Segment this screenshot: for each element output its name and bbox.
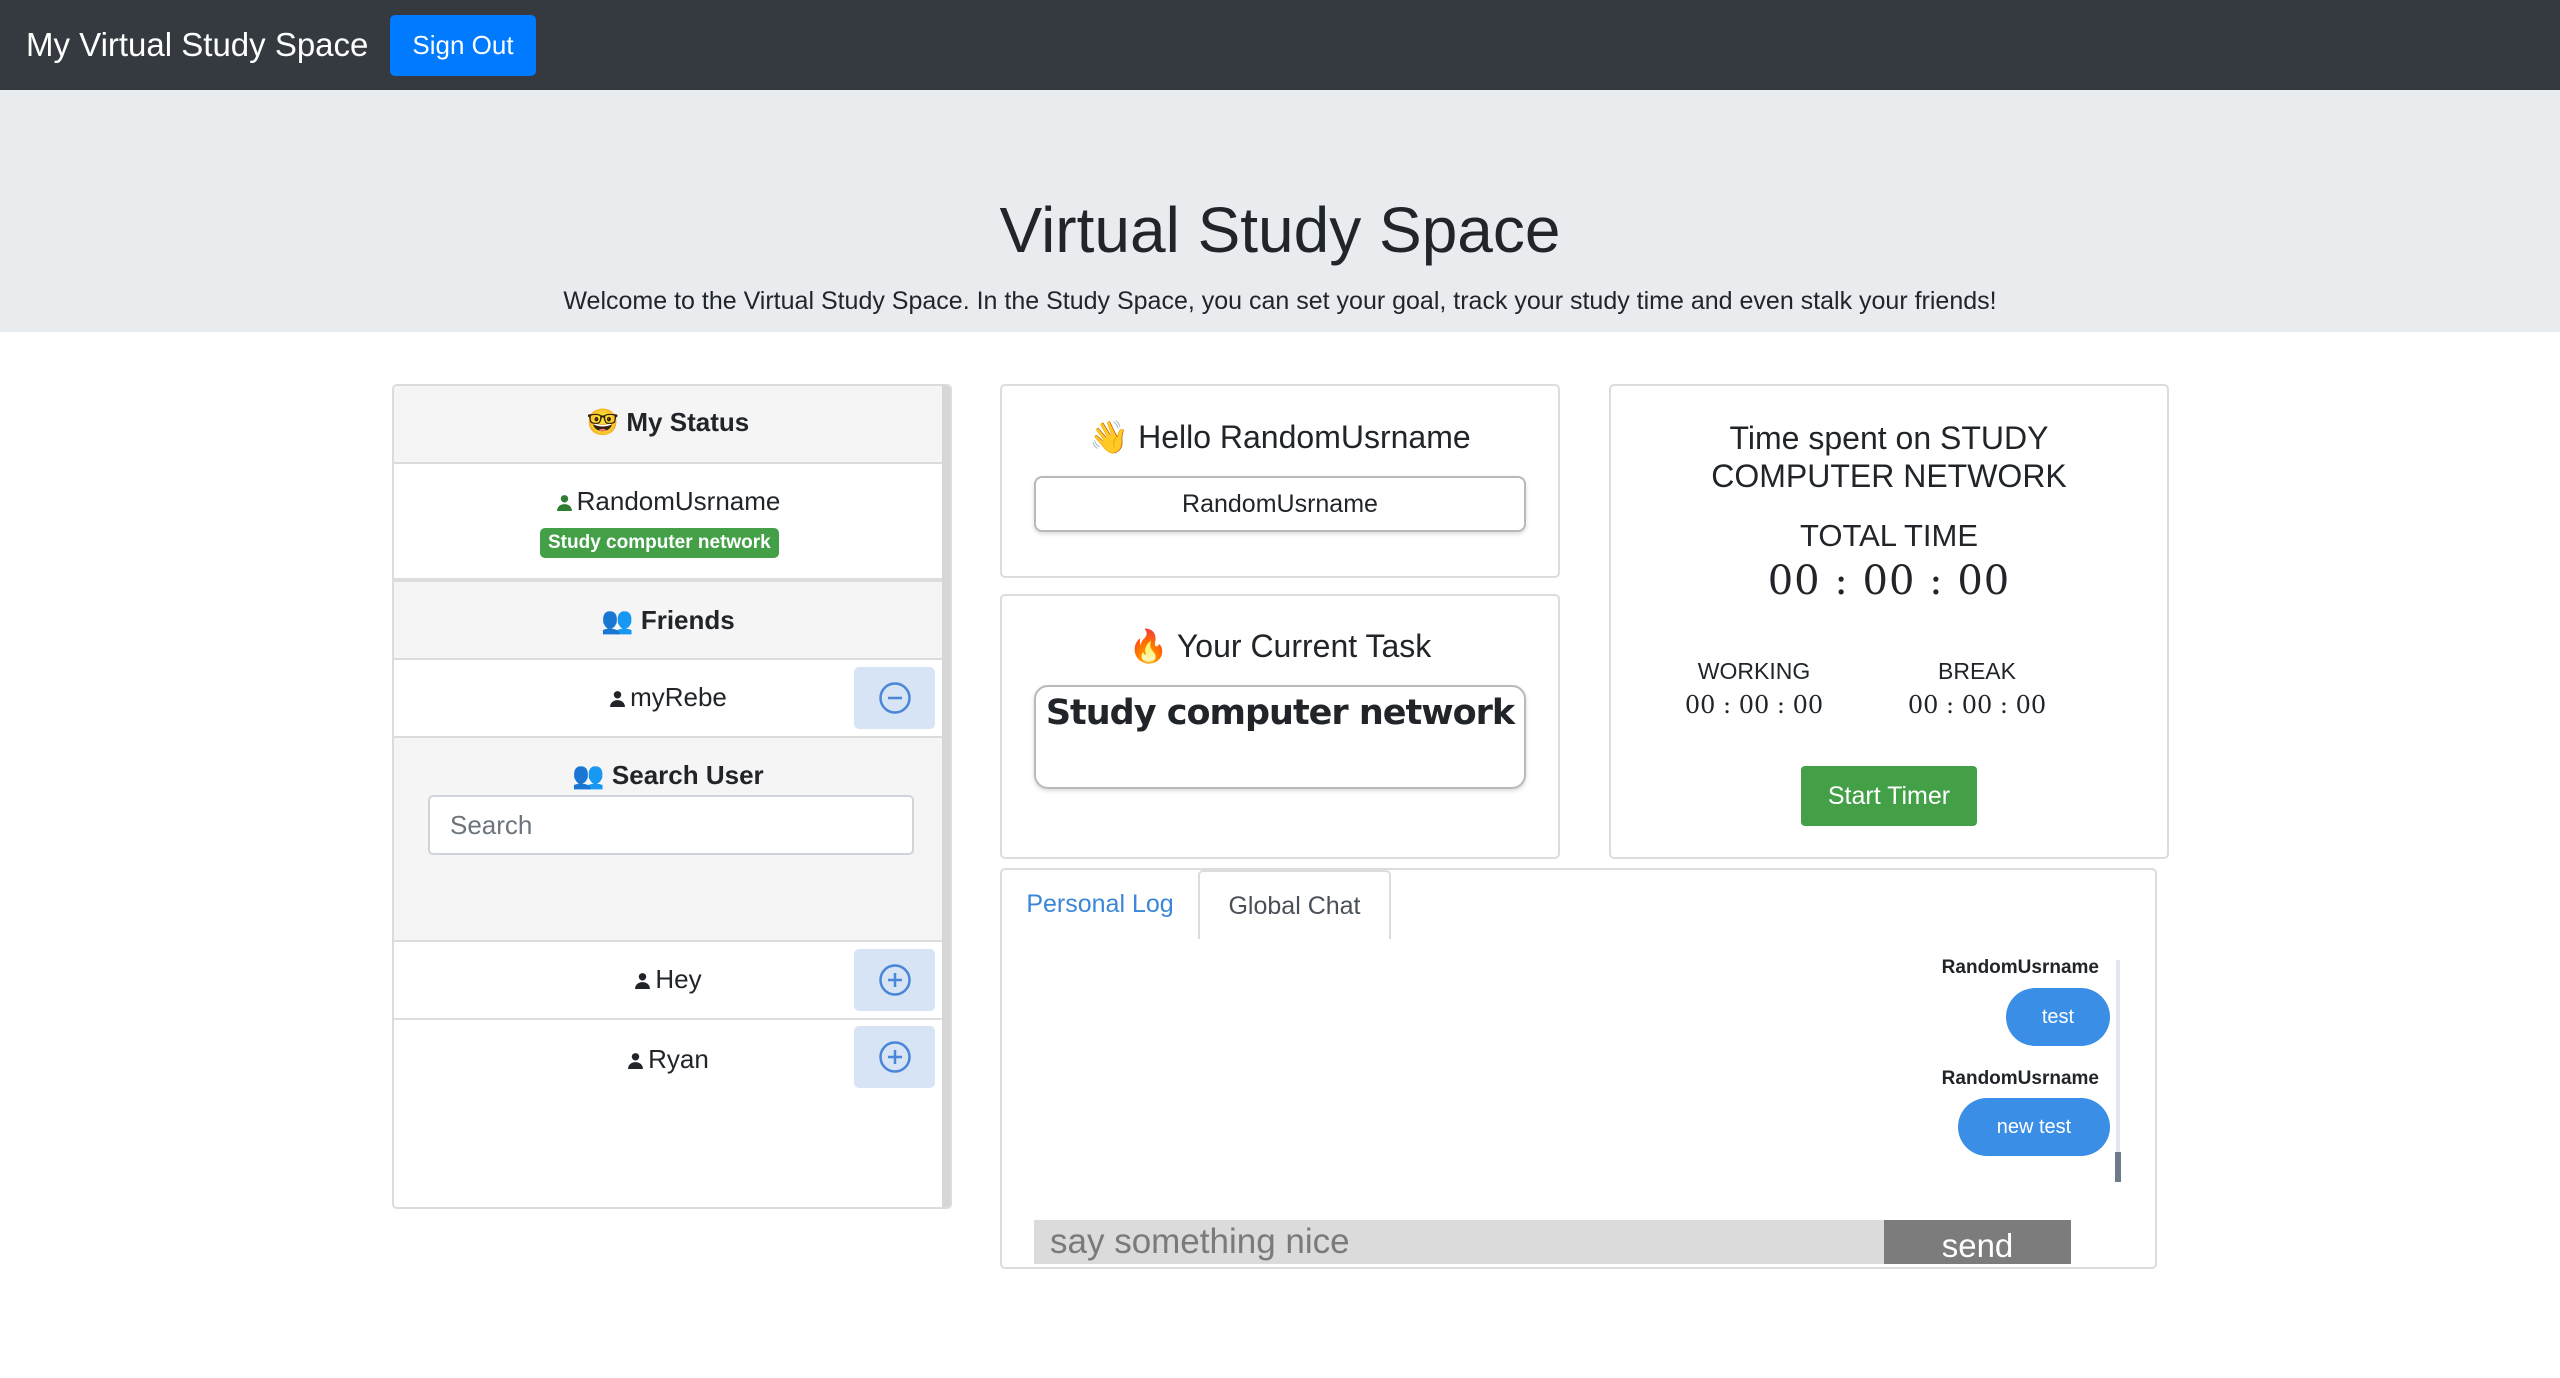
search-input[interactable] — [428, 795, 914, 855]
send-button[interactable]: send — [1884, 1220, 2071, 1264]
status-user: RandomUsrname — [394, 486, 942, 517]
sign-out-button[interactable]: Sign Out — [390, 15, 536, 76]
person-icon — [610, 691, 626, 707]
search-result-name: Hey — [655, 964, 702, 994]
add-friend-button[interactable] — [854, 949, 935, 1011]
plus-circle-icon — [879, 1041, 911, 1073]
status-badge: Study computer network — [540, 528, 779, 558]
message-username: RandomUsrname — [1941, 1068, 2099, 1089]
task-title: 🔥 Your Current Task — [1128, 628, 1432, 664]
search-result-row: Hey — [394, 942, 942, 1020]
break-time-value: 00 : 00 : 00 — [1907, 691, 2047, 719]
navbar-brand[interactable]: My Virtual Study Space — [26, 24, 368, 66]
my-status-header: 🤓 My Status — [394, 386, 942, 464]
start-timer-button[interactable]: Start Timer — [1801, 766, 1977, 826]
hello-title: 👋 Hello RandomUsrname — [1089, 419, 1471, 455]
chat-scrollbar[interactable] — [2116, 960, 2120, 1182]
page-subtitle: Welcome to the Virtual Study Space. In t… — [563, 287, 1997, 315]
person-icon — [556, 495, 572, 511]
status-username: RandomUsrname — [576, 486, 781, 516]
chat-card: Personal Log Global Chat RandomUsrname t… — [1000, 868, 2157, 1269]
add-friend-button[interactable] — [854, 1026, 935, 1088]
break-label: BREAK — [1938, 658, 2016, 684]
remove-friend-button[interactable] — [854, 667, 935, 729]
person-icon — [628, 1053, 644, 1069]
jumbotron: Virtual Study Space Welcome to the Virtu… — [0, 90, 2560, 332]
friends-header: 👥 Friends — [394, 580, 942, 660]
timer-title: Time spent on STUDY COMPUTER NETWORK — [1611, 419, 2167, 495]
chat-bubble: test — [2006, 988, 2110, 1046]
name-field[interactable]: RandomUsrname — [1034, 476, 1526, 532]
chat-message-input[interactable] — [1034, 1220, 1884, 1264]
timer-title-line: Time spent on STUDY — [1729, 420, 2049, 456]
task-card: 🔥 Your Current Task Study computer netwo… — [1000, 594, 1560, 859]
sidebar-card: 🤓 My Status RandomUsrname Study computer… — [392, 384, 952, 1209]
friend-row: myRebe — [394, 660, 942, 738]
plus-circle-icon — [879, 964, 911, 996]
search-user-header: 👥 Search User — [572, 760, 764, 790]
working-label: WORKING — [1697, 658, 1811, 684]
tab-global-chat[interactable]: Global Chat — [1198, 870, 1391, 939]
chat-scroll-thumb[interactable] — [2115, 1152, 2121, 1182]
chat-bubble: new test — [1958, 1098, 2110, 1156]
timer-card: Time spent on STUDY COMPUTER NETWORK TOT… — [1609, 384, 2169, 859]
navbar: My Virtual Study Space Sign Out — [0, 0, 2560, 90]
my-status-row: RandomUsrname — [394, 464, 942, 580]
search-result-row: Ryan — [394, 1020, 942, 1100]
total-time-value: 00 : 00 : 00 — [1767, 558, 2011, 604]
message-username: RandomUsrname — [1941, 957, 2099, 978]
hello-card: 👋 Hello RandomUsrname RandomUsrname — [1000, 384, 1560, 578]
search-result-name: Ryan — [648, 1044, 709, 1074]
friend-name: myRebe — [630, 682, 727, 712]
current-task-field[interactable]: Study computer network — [1034, 685, 1526, 789]
total-time-label: TOTAL TIME — [1800, 518, 1978, 553]
minus-circle-icon — [879, 682, 911, 714]
person-icon — [635, 973, 651, 989]
timer-title-line: COMPUTER NETWORK — [1711, 458, 2067, 494]
page-title: Virtual Study Space — [999, 194, 1561, 266]
tab-personal-log[interactable]: Personal Log — [1002, 870, 1198, 939]
working-time-value: 00 : 00 : 00 — [1684, 691, 1824, 719]
